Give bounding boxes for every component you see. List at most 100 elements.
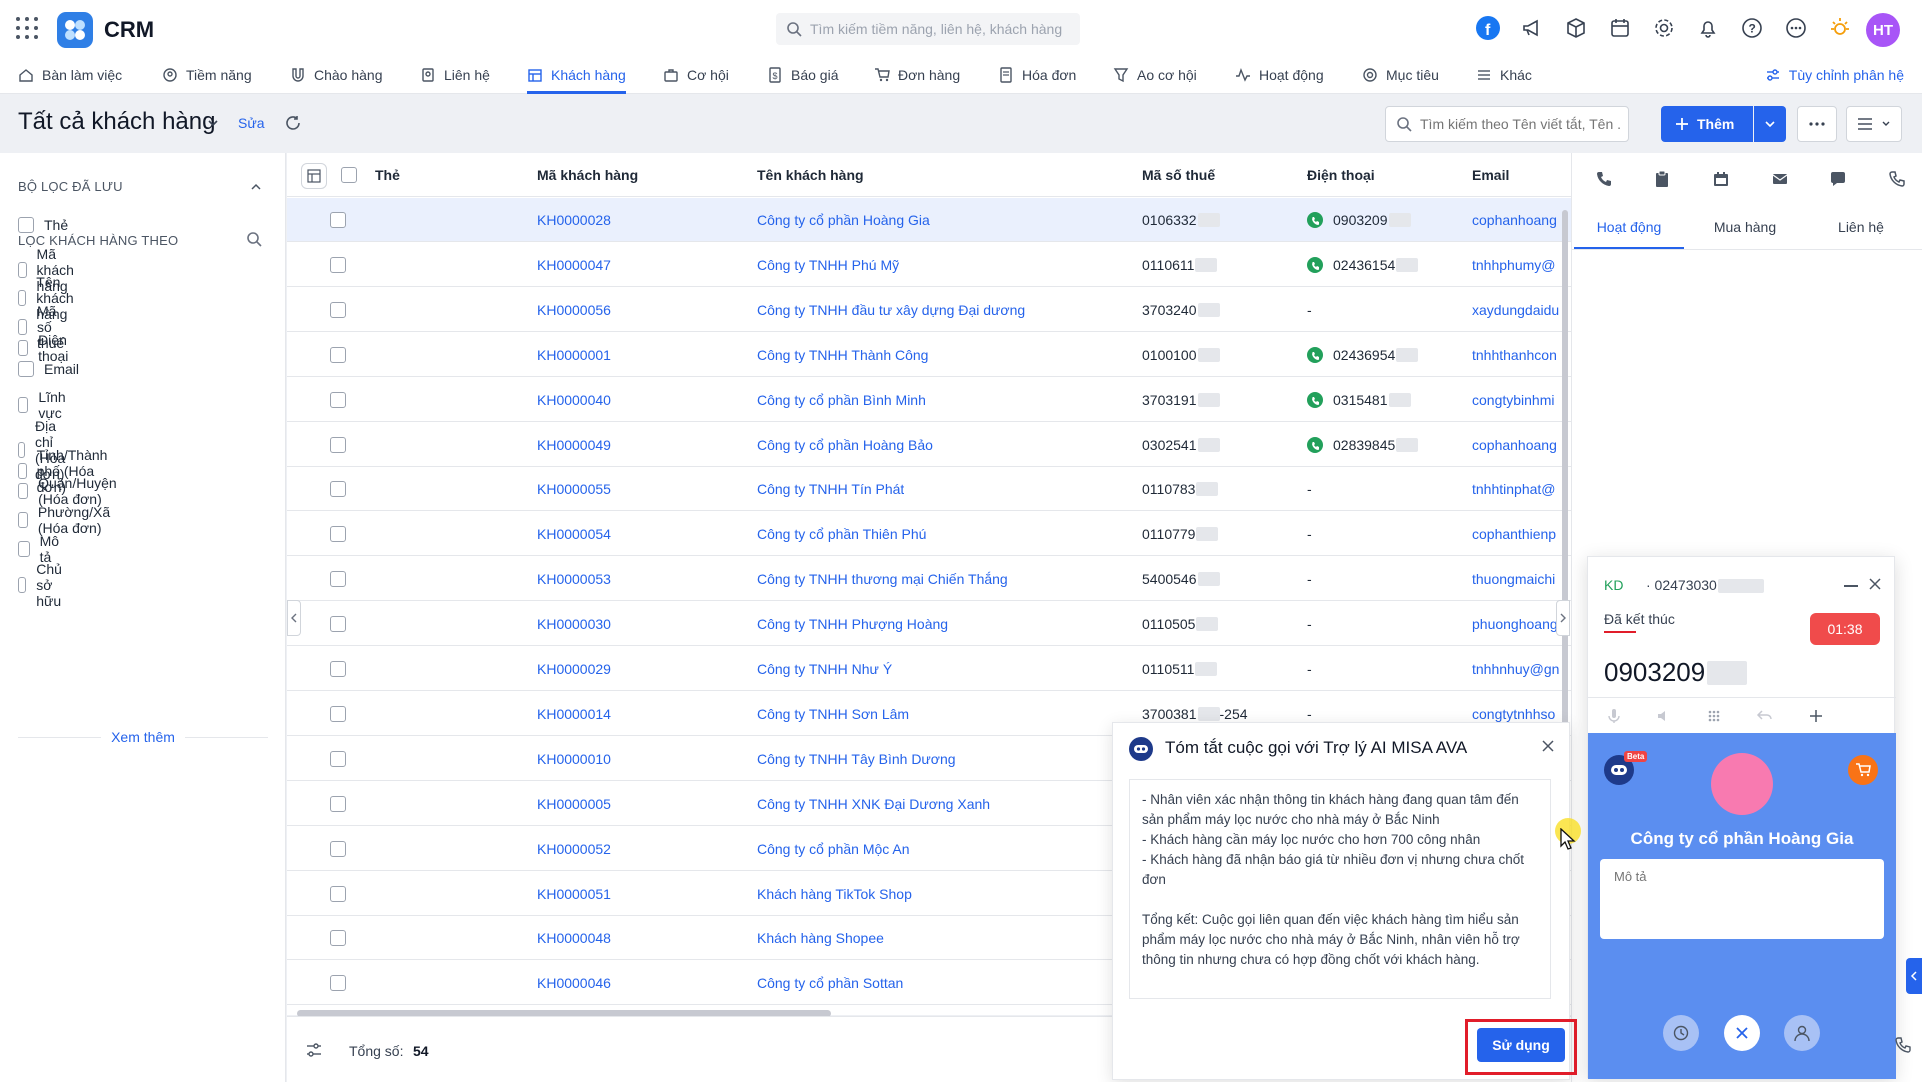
row-checkbox[interactable] bbox=[330, 782, 346, 826]
help-icon[interactable]: ? bbox=[1738, 14, 1766, 42]
row-checkbox[interactable] bbox=[330, 288, 346, 332]
customer-name[interactable]: Công ty TNHH Như Ý bbox=[757, 647, 892, 691]
minimize-icon[interactable] bbox=[1844, 585, 1858, 587]
customer-email[interactable]: cophanhoang bbox=[1472, 423, 1562, 467]
filter-item[interactable]: Lĩnh vực bbox=[18, 389, 71, 421]
megaphone-icon[interactable] bbox=[1518, 14, 1546, 42]
customer-name[interactable]: Công ty TNHH thương mại Chiến Thắng bbox=[757, 557, 1008, 601]
row-checkbox[interactable] bbox=[330, 243, 346, 287]
row-checkbox[interactable] bbox=[330, 423, 346, 467]
row-checkbox[interactable] bbox=[330, 557, 346, 601]
tab-contacts[interactable]: Liên hệ bbox=[1806, 205, 1916, 249]
customer-code[interactable]: KH0000005 bbox=[537, 782, 611, 826]
tab-purchases[interactable]: Mua hàng bbox=[1690, 205, 1800, 249]
row-checkbox[interactable] bbox=[330, 467, 346, 511]
customer-code[interactable]: KH0000030 bbox=[537, 602, 611, 646]
column-settings-icon[interactable] bbox=[301, 163, 327, 189]
customer-name[interactable]: Công ty TNHH đầu tư xây dựng Đại dương bbox=[757, 288, 1025, 332]
col-phone[interactable]: Điện thoại bbox=[1307, 153, 1375, 197]
add-call-icon[interactable] bbox=[1806, 706, 1826, 726]
search-icon[interactable] bbox=[246, 231, 262, 247]
table-row[interactable]: KH0000047 Công ty TNHH Phú Mỹ 0110611 02436… bbox=[287, 243, 1571, 287]
edit-view-link[interactable]: Sửa bbox=[238, 115, 265, 131]
phone-number[interactable]: 0315481 bbox=[1307, 378, 1411, 422]
customize-modules-link[interactable]: Tùy chỉnh phân hệ bbox=[1765, 56, 1904, 94]
whatsapp-icon[interactable] bbox=[1307, 346, 1323, 363]
table-row[interactable]: KH0000001 Công ty TNHH Thành Công 0100100 0… bbox=[287, 333, 1571, 377]
customer-name[interactable]: Công ty cổ phần Hoàng Gia bbox=[757, 198, 930, 242]
customer-email[interactable]: xaydungdaidu bbox=[1472, 288, 1562, 332]
filter-item[interactable]: Chủ sở hữu bbox=[18, 561, 70, 609]
row-checkbox[interactable] bbox=[330, 602, 346, 646]
more-apps-icon[interactable] bbox=[1782, 14, 1810, 42]
col-code[interactable]: Mã khách hàng bbox=[537, 153, 638, 197]
customer-code[interactable]: KH0000055 bbox=[537, 467, 611, 511]
row-checkbox[interactable] bbox=[330, 198, 346, 242]
nav-opportunity-pool[interactable]: Ao cơ hội bbox=[1113, 56, 1197, 94]
customer-name[interactable]: Công ty TNHH Tây Bình Dương bbox=[757, 737, 956, 781]
filter-checkbox[interactable] bbox=[18, 483, 29, 500]
mail-icon[interactable] bbox=[1768, 167, 1792, 191]
table-row[interactable]: KH0000049 Công ty cổ phần Hoàng Bảo 030254… bbox=[287, 423, 1571, 467]
row-checkbox[interactable] bbox=[330, 916, 346, 960]
add-button[interactable]: Thêm bbox=[1661, 106, 1753, 142]
facebook-icon[interactable]: f bbox=[1474, 14, 1502, 42]
mic-icon[interactable] bbox=[1604, 706, 1624, 726]
chevron-up-icon[interactable] bbox=[250, 181, 262, 193]
end-call-icon[interactable] bbox=[1724, 1015, 1760, 1051]
row-checkbox[interactable] bbox=[330, 827, 346, 871]
chat-icon[interactable] bbox=[1826, 167, 1850, 191]
customer-name[interactable]: Công ty TNHH Tín Phát bbox=[757, 467, 904, 511]
global-search[interactable]: Tìm kiếm tiềm năng, liên hệ, khách hàng bbox=[776, 13, 1080, 45]
phone-number[interactable]: 02839845 bbox=[1307, 423, 1419, 467]
nav-workspace[interactable]: Bàn làm việc bbox=[18, 56, 122, 94]
filter-item[interactable]: Email bbox=[18, 360, 79, 377]
description-input[interactable] bbox=[1614, 869, 1870, 929]
bell-icon[interactable] bbox=[1694, 14, 1722, 42]
filter-checkbox[interactable] bbox=[18, 512, 28, 528]
table-row[interactable]: KH0000030 Công ty TNHH Phượng Hoàng 011050… bbox=[287, 602, 1571, 647]
row-checkbox[interactable] bbox=[330, 647, 346, 691]
more-actions-button[interactable] bbox=[1797, 106, 1837, 142]
tab-activity[interactable]: Hoạt động bbox=[1574, 205, 1684, 249]
calendar-icon[interactable] bbox=[1709, 167, 1733, 191]
customer-code[interactable]: KH0000051 bbox=[537, 872, 611, 916]
vertical-scrollbar[interactable] bbox=[1562, 210, 1568, 730]
customer-email[interactable]: tnhhtinphat@ bbox=[1472, 467, 1562, 511]
view-mode-button[interactable] bbox=[1846, 106, 1902, 142]
filter-checkbox[interactable] bbox=[18, 360, 34, 377]
col-name[interactable]: Tên khách hàng bbox=[757, 153, 864, 197]
collapse-detail-button[interactable] bbox=[1556, 600, 1570, 636]
table-row[interactable]: KH0000029 Công ty TNHH Như Ý 0110511 - tnhhn… bbox=[287, 647, 1571, 691]
customer-name[interactable]: Công ty TNHH Thành Công bbox=[757, 333, 928, 377]
customer-email[interactable]: congtybinhmi bbox=[1472, 378, 1562, 422]
nav-opportunities[interactable]: Cơ hội bbox=[663, 56, 729, 94]
customer-code[interactable]: KH0000014 bbox=[537, 692, 611, 736]
table-row[interactable]: KH0000056 Công ty TNHH đầu tư xây dựng Đạ… bbox=[287, 288, 1571, 332]
ai-summary-text[interactable]: - Nhân viên xác nhận thông tin khách hàn… bbox=[1129, 779, 1551, 999]
filter-settings-icon[interactable] bbox=[305, 1041, 323, 1059]
phone-icon[interactable] bbox=[1894, 1036, 1912, 1054]
col-email[interactable]: Email bbox=[1472, 153, 1509, 197]
nav-leads[interactable]: Tiềm năng bbox=[162, 56, 252, 94]
customer-code[interactable]: KH0000046 bbox=[537, 961, 611, 1005]
filter-checkbox[interactable] bbox=[18, 339, 29, 356]
collapse-filter-button[interactable] bbox=[287, 600, 301, 636]
row-checkbox[interactable] bbox=[330, 333, 346, 377]
phone-number[interactable]: 02436954 bbox=[1307, 333, 1419, 377]
customer-search-input[interactable] bbox=[1420, 116, 1620, 132]
keypad-icon[interactable] bbox=[1704, 706, 1724, 726]
nav-quotes[interactable]: $ Báo giá bbox=[767, 56, 838, 94]
see-more-filters[interactable]: Xem thêm bbox=[18, 729, 268, 745]
contact-icon[interactable] bbox=[1784, 1015, 1820, 1051]
customer-name[interactable]: Khách hàng TikTok Shop bbox=[757, 872, 912, 916]
call-log-icon[interactable] bbox=[1885, 167, 1909, 191]
nav-invoices[interactable]: Hóa đơn bbox=[998, 56, 1076, 94]
customer-code[interactable]: KH0000048 bbox=[537, 916, 611, 960]
customer-name[interactable]: Công ty TNHH Phượng Hoàng bbox=[757, 602, 948, 646]
col-tax[interactable]: Mã số thuế bbox=[1142, 153, 1215, 197]
filter-checkbox[interactable] bbox=[18, 397, 29, 414]
customer-email[interactable]: phuonghoang bbox=[1472, 602, 1562, 646]
col-tag[interactable]: Thẻ bbox=[375, 153, 400, 197]
filter-checkbox[interactable] bbox=[18, 540, 30, 557]
